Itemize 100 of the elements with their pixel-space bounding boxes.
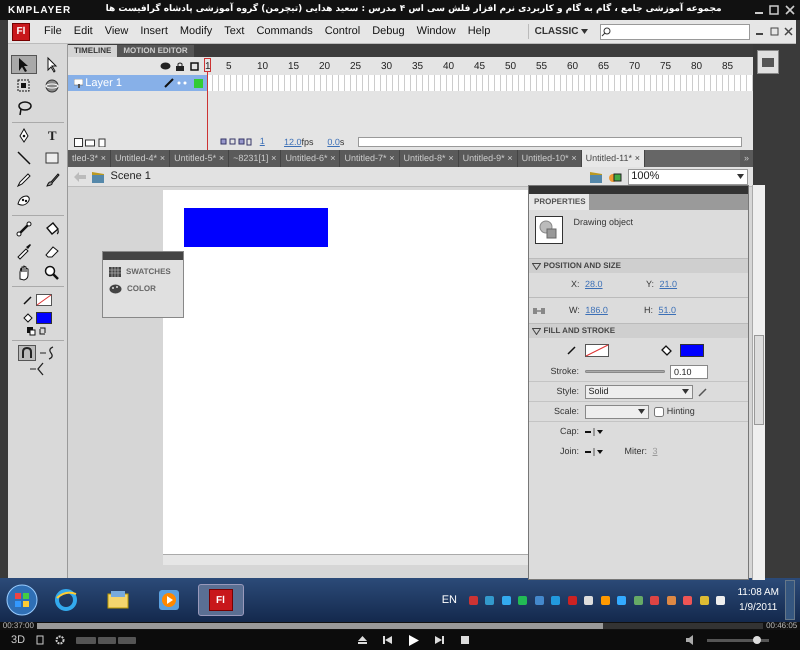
stroke-color-swatch[interactable] (36, 294, 52, 306)
edit-symbols-icon[interactable] (608, 170, 622, 182)
panel-item[interactable]: COLOR (108, 283, 178, 295)
cap-style-dropdown[interactable] (584, 428, 602, 436)
stroke-color-swatch[interactable] (585, 344, 609, 356)
volume-slider[interactable] (707, 638, 769, 642)
menu-item[interactable]: Modify (174, 23, 218, 40)
close-tab-button[interactable]: × (389, 152, 395, 166)
menu-item[interactable]: Debug (366, 23, 411, 40)
stop-icon[interactable] (460, 636, 469, 644)
close-tab-button[interactable]: × (507, 152, 513, 166)
document-tab[interactable]: Untitled-11* × (582, 150, 646, 167)
document-tab[interactable]: Untitled-7* × (340, 150, 400, 167)
library-panel-icon[interactable] (757, 50, 779, 74)
menu-item[interactable]: Help (462, 23, 496, 40)
close-tab-button[interactable]: × (634, 152, 640, 166)
document-tab[interactable]: Untitled-9* × (458, 150, 518, 167)
menu-item[interactable]: Insert (134, 23, 174, 40)
workspace-dropdown[interactable]: CLASSIC (528, 24, 594, 39)
tool-button[interactable]: T (39, 126, 66, 146)
settings-icon[interactable] (55, 635, 66, 645)
stage-scrollbar[interactable] (163, 554, 528, 565)
trash-icon[interactable] (98, 137, 106, 147)
document-tab[interactable]: tled-3* × (68, 150, 112, 167)
speaker-icon[interactable] (686, 635, 696, 645)
menu-item[interactable]: Edit (68, 23, 99, 40)
document-tab[interactable]: ~8231[1] × (229, 150, 282, 167)
y-value[interactable]: 21.0 (660, 278, 678, 292)
taskbar-button[interactable]: Fl (198, 584, 244, 616)
document-tab[interactable]: Untitled-8* × (400, 150, 459, 167)
playlist-icon[interactable] (36, 635, 44, 645)
join-style-dropdown[interactable] (584, 448, 602, 456)
tool-button[interactable] (10, 55, 36, 74)
tray-icon[interactable] (583, 594, 594, 606)
hinting-checkbox[interactable] (654, 406, 664, 416)
start-button-icon[interactable] (6, 584, 38, 616)
language-indicator[interactable]: EN (442, 592, 457, 608)
previous-icon[interactable] (383, 636, 392, 644)
tray-icon[interactable] (616, 594, 628, 606)
menu-item[interactable]: File (38, 23, 68, 40)
playhead[interactable] (204, 58, 211, 150)
tray-icon[interactable] (666, 594, 677, 606)
close-tab-button[interactable]: × (271, 152, 276, 166)
tray-icon[interactable] (715, 594, 726, 606)
edit-scene-icon[interactable] (588, 170, 602, 182)
stroke-input[interactable]: 0.10 (670, 364, 708, 378)
close-tab-button[interactable]: × (330, 152, 336, 166)
scrollbar-thumb[interactable] (754, 335, 764, 425)
magnet-icon[interactable] (18, 345, 36, 362)
panel-tab[interactable]: PROPERTIES (529, 194, 589, 210)
tabs-overflow-button[interactable]: » (740, 150, 753, 167)
vertical-scrollbar[interactable] (752, 185, 765, 580)
close-tab-button[interactable]: × (571, 152, 577, 166)
document-tab[interactable]: Untitled-5* × (170, 150, 230, 167)
document-tab[interactable]: Untitled-10* × (518, 150, 582, 167)
tray-icon[interactable] (632, 594, 644, 606)
onion-skin-icon[interactable] (220, 138, 252, 146)
link-icon[interactable] (533, 306, 545, 316)
zoom-dropdown[interactable]: 100% (628, 168, 748, 184)
panel-tab[interactable]: MOTION EDITOR (117, 45, 194, 57)
volume-thumb[interactable] (752, 636, 761, 644)
panel-item[interactable]: SWATCHES (108, 266, 178, 278)
menu-item[interactable]: Text (218, 23, 250, 40)
pencil-icon[interactable] (698, 386, 708, 396)
menu-item[interactable]: View (98, 23, 134, 40)
clock[interactable]: 11:08 AM 1/9/2011 (737, 585, 779, 615)
play-icon[interactable] (408, 634, 419, 646)
section-header[interactable]: POSITION AND SIZE (529, 258, 748, 273)
mode-3d-button[interactable]: 3D (11, 632, 26, 648)
search-field[interactable] (600, 24, 750, 40)
eject-icon[interactable] (358, 636, 367, 644)
close-tab-button[interactable]: × (160, 152, 166, 166)
fill-color-swatch[interactable] (680, 344, 704, 356)
elapsed-time[interactable]: 0.0 (327, 136, 340, 147)
maximize-icon[interactable] (770, 27, 779, 36)
menu-item[interactable]: Control (318, 23, 366, 40)
close-icon[interactable] (784, 27, 794, 36)
next-icon[interactable] (435, 636, 444, 644)
menu-item[interactable]: Window (410, 23, 462, 40)
close-tab-button[interactable]: × (218, 152, 224, 166)
document-tab[interactable]: Untitled-4* × (111, 150, 170, 167)
current-frame[interactable]: 1 (260, 135, 265, 149)
close-tab-button[interactable]: × (100, 152, 106, 166)
height-value[interactable]: 51.0 (658, 304, 676, 318)
scale-dropdown[interactable] (584, 404, 648, 418)
menu-item[interactable]: Commands (250, 23, 319, 40)
document-tab[interactable]: Untitled-6* × (281, 150, 340, 167)
tray-icon[interactable] (600, 594, 611, 606)
show-desktop-button[interactable] (784, 580, 794, 620)
x-value[interactable]: 28.0 (585, 278, 603, 292)
seek-bar[interactable] (36, 623, 764, 629)
tray-icon[interactable] (500, 594, 512, 606)
folder-icon[interactable] (85, 138, 96, 146)
panel-tab[interactable]: TIMELINE (68, 45, 118, 57)
close-tab-button[interactable]: × (448, 152, 454, 166)
fill-color-swatch[interactable] (36, 312, 52, 324)
tray-icon[interactable] (698, 594, 710, 606)
style-dropdown[interactable]: Solid (584, 384, 692, 398)
tray-icon[interactable] (517, 594, 528, 606)
width-value[interactable]: 186.0 (585, 304, 608, 318)
